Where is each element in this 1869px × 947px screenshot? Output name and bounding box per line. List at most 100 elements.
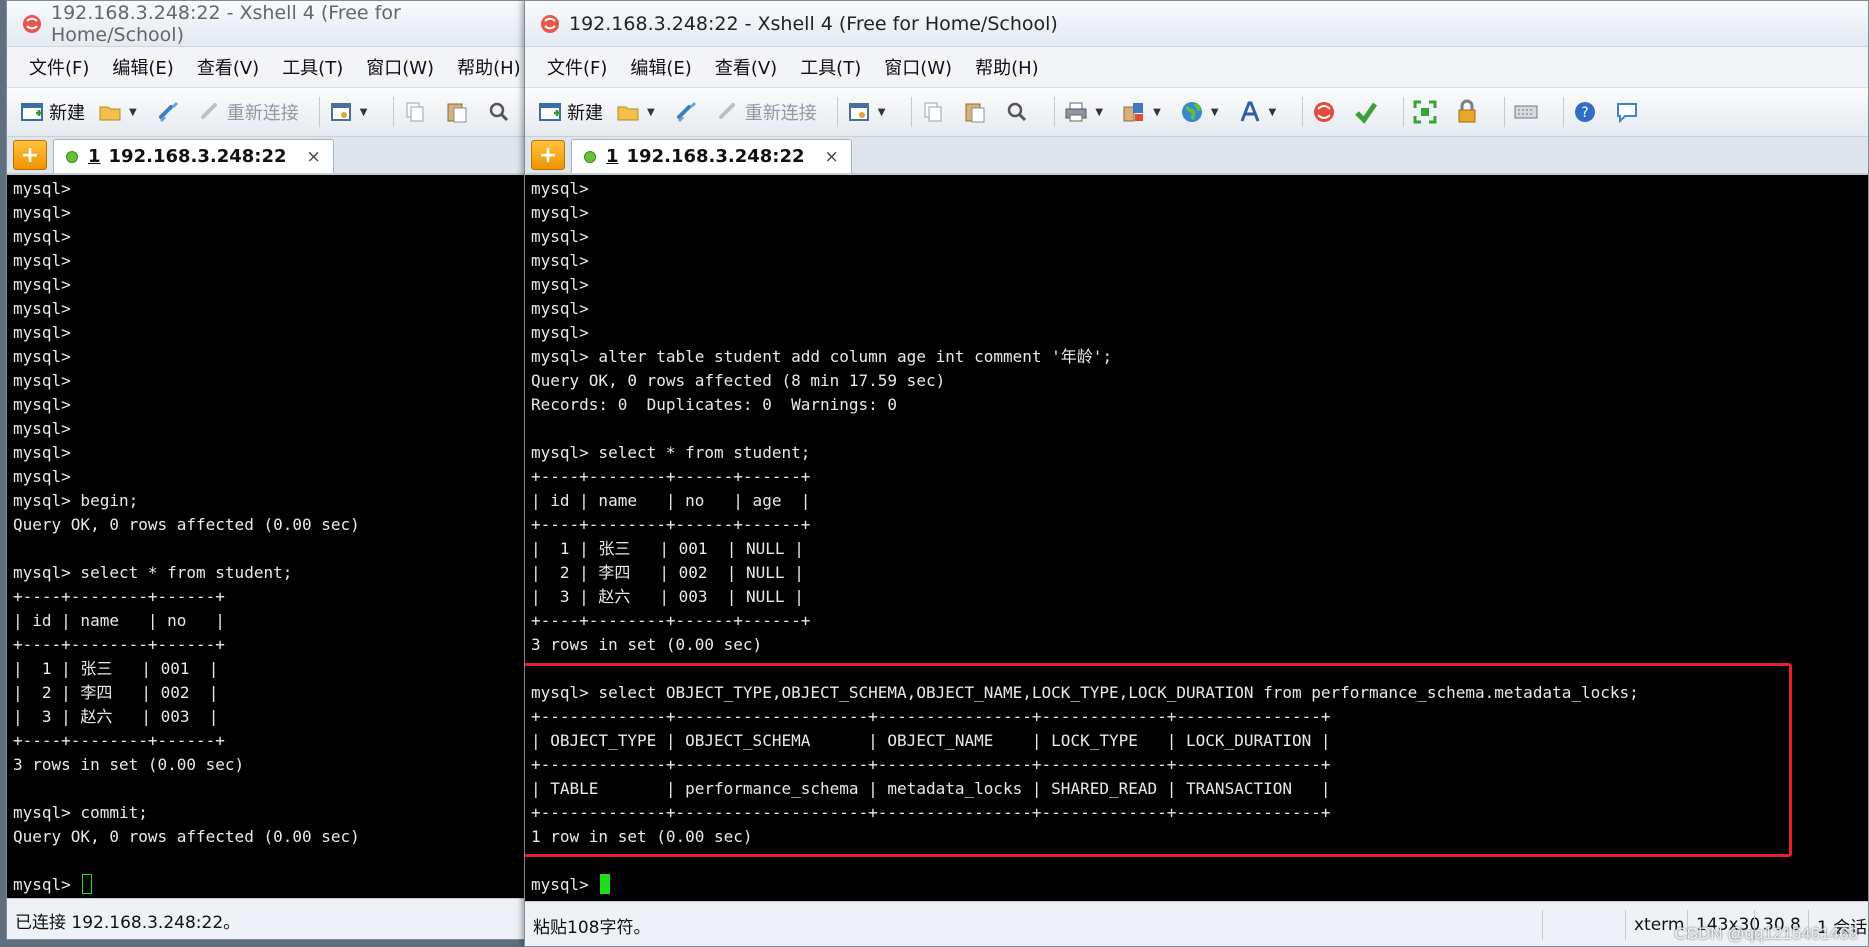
close-tab-icon[interactable]: × [825,147,839,167]
paste-button[interactable] [444,99,474,125]
close-tab-icon[interactable]: × [307,147,321,167]
transfer-icon [1123,103,1144,122]
terminal-output[interactable]: mysql> mysql> mysql> mysql> mysql> mysql> mysq… [7,175,539,898]
terminal-line: mysql> [13,347,71,366]
connect-button[interactable] [155,99,185,125]
chevron-down-icon: ▼ [647,106,655,118]
new-tab-button[interactable]: + [531,140,565,170]
menu-window[interactable]: 窗口(W) [366,54,434,80]
cursor-icon [82,874,93,894]
properties-icon [848,103,869,121]
terminal-line: mysql> [531,299,589,318]
open-button[interactable]: ▼ [97,99,143,125]
tab-number: 1 [88,146,101,167]
menu-view[interactable]: 查看(V) [715,54,777,80]
terminal-line: | 2 | 李四 | 002 | [13,683,219,702]
terminal-line: mysql> alter table student add column ag… [531,347,1113,366]
font-button[interactable]: ▼ [1237,99,1283,125]
keyboard-icon [1514,105,1538,119]
reconnect-button[interactable]: 重新连接 [197,99,299,125]
find-button[interactable] [1004,99,1034,125]
paste-button[interactable] [962,99,992,125]
terminal-line: mysql> [13,419,71,438]
search-icon [490,102,509,122]
terminal-line: mysql> [531,323,589,342]
xshell-window-right[interactable]: 192.168.3.248:22 - Xshell 4 (Free for Ho… [524,0,1869,947]
menu-file[interactable]: 文件(F) [29,54,89,80]
new-session-button[interactable]: 新建 [19,99,85,125]
xshell-logo-icon [541,14,559,33]
status-bar: 粘贴108字符。 xterm 143x30 30,8 1 会话 [525,901,1868,946]
terminal-line: | id | name | no | age | [531,491,811,510]
paste-icon [965,103,985,123]
menu-tools[interactable]: 工具(T) [800,54,861,80]
terminal-line: +----+--------+------+------+ [531,611,811,630]
chat-button[interactable] [1614,99,1644,125]
chat-bubble-icon [1617,103,1638,124]
xshell-logo-icon [23,14,41,33]
menu-help[interactable]: 帮助(H) [975,54,1039,80]
title-bar[interactable]: 192.168.3.248:22 - Xshell 4 (Free for Ho… [7,1,539,47]
new-session-button[interactable]: 新建 [537,99,603,125]
menu-tools[interactable]: 工具(T) [282,54,343,80]
session-tab[interactable]: 1 192.168.3.248:22 × [53,139,334,173]
properties-button[interactable]: ▼ [328,99,374,125]
xftp-icon [1355,102,1378,124]
tab-label: 192.168.3.248:22 [108,146,287,167]
globe-button[interactable]: ▼ [1179,99,1225,125]
reconnect-label: 重新连接 [744,103,817,124]
title-bar[interactable]: 192.168.3.248:22 - Xshell 4 (Free for Ho… [525,1,1868,47]
lock-button[interactable] [1454,99,1484,125]
terminal-line: 3 rows in set (0.00 sec) [531,635,763,654]
xshell-button[interactable] [1311,99,1341,125]
xshell-window-left[interactable]: 192.168.3.248:22 - Xshell 4 (Free for Ho… [6,0,540,940]
tab-bar: + 1 192.168.3.248:22 × [7,137,539,175]
menu-help[interactable]: 帮助(H) [457,54,521,80]
transfer-button[interactable]: ▼ [1121,99,1167,125]
toolbar-separator [911,97,913,127]
copy-button[interactable] [402,99,432,125]
menu-edit[interactable]: 编辑(E) [112,54,173,80]
connect-button[interactable] [673,99,703,125]
properties-button[interactable]: ▼ [846,99,892,125]
reconnect-button[interactable]: 重新连接 [715,99,817,125]
prompt-text: mysql> [13,875,71,894]
terminal-line: mysql> select * from student; [13,563,293,582]
toolbar-separator [836,97,838,127]
menu-file[interactable]: 文件(F) [547,54,607,80]
open-button[interactable]: ▼ [615,99,661,125]
terminal-output[interactable]: mysql> mysql> mysql> mysql> mysql> mysql> mysq… [525,175,1868,901]
terminal-line: 3 rows in set (0.00 sec) [13,755,245,774]
menu-bar: 文件(F) 编辑(E) 查看(V) 工具(T) 窗口(W) 帮助(H) [525,47,1868,87]
terminal-line: +-------------+--------------------+----… [531,803,1331,822]
print-icon [1065,102,1087,122]
menu-view[interactable]: 查看(V) [197,54,259,80]
copy-button[interactable] [920,99,950,125]
status-bar: 已连接 192.168.3.248:22。 [7,898,539,939]
find-button[interactable] [486,99,516,125]
print-button[interactable]: ▼ [1063,99,1109,125]
terminal-line: mysql> [13,275,71,294]
link-icon [676,101,696,123]
session-tab[interactable]: 1 192.168.3.248:22 × [571,139,852,173]
keyboard-button[interactable] [1513,99,1543,125]
paste-status: 粘贴108字符。 [533,917,651,938]
terminal-line: mysql> begin; [13,491,139,510]
chevron-down-icon: ▼ [359,106,368,118]
connected-status-icon [584,150,596,163]
terminal-line: +----+--------+------+ [13,635,225,654]
active-prompt-line[interactable]: mysql> [13,873,539,897]
menu-edit[interactable]: 编辑(E) [630,54,691,80]
chevron-down-icon: ▼ [129,106,137,118]
fullscreen-button[interactable] [1412,99,1442,125]
globe-icon [1181,102,1202,122]
active-prompt-line[interactable]: mysql> [531,873,1868,897]
copy-icon [406,102,424,122]
reconnect-label: 重新连接 [226,103,299,124]
xftp-button[interactable] [1353,99,1383,125]
new-tab-button[interactable]: + [13,140,47,170]
new-session-icon [21,103,43,121]
menu-window[interactable]: 窗口(W) [884,54,952,80]
terminal-line: mysql> [531,227,589,246]
help-button[interactable]: ? [1572,99,1602,125]
